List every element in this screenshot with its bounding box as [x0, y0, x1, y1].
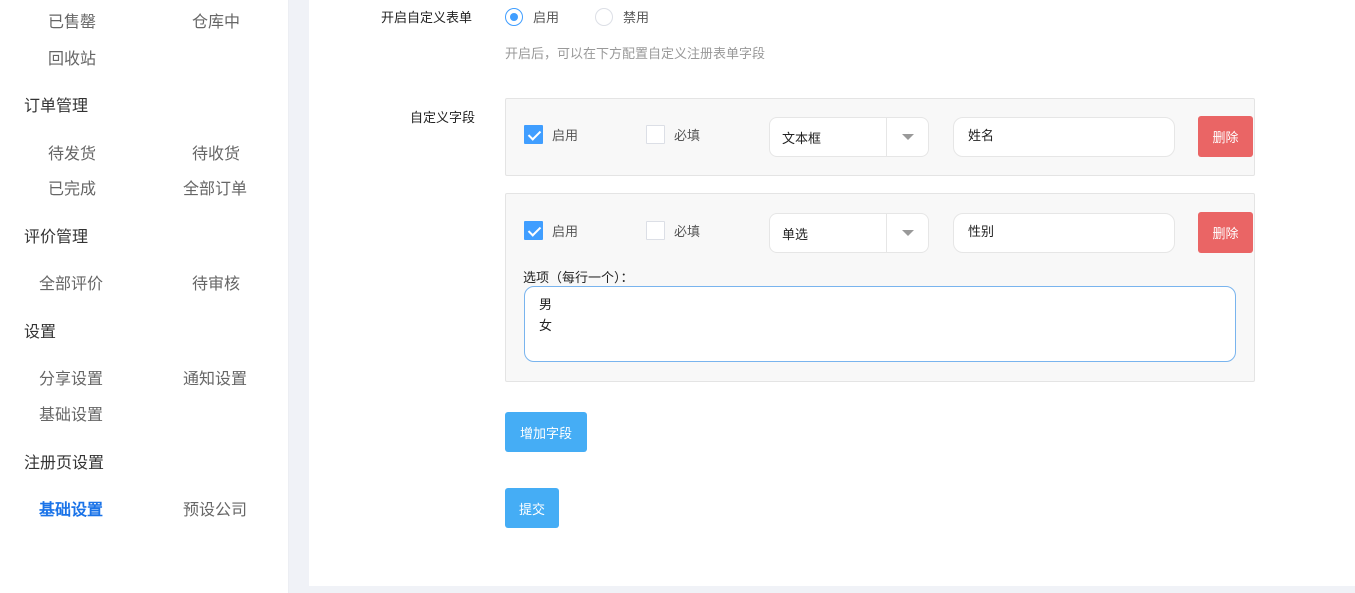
- sidebar-item-all-orders[interactable]: 全部订单: [183, 175, 247, 199]
- sidebar-item-in-warehouse[interactable]: 仓库中: [192, 8, 240, 32]
- field-enabled-label: 启用: [552, 225, 579, 240]
- field-type-value: 文本框: [782, 131, 822, 147]
- radio-disable[interactable]: 禁用: [595, 7, 649, 26]
- sidebar-item-notify-settings[interactable]: 通知设置: [183, 365, 247, 389]
- add-field-button[interactable]: 增加字段: [505, 412, 587, 452]
- field-type-select[interactable]: 文本框: [769, 117, 929, 157]
- submit-button[interactable]: 提交: [505, 488, 559, 528]
- sidebar: 已售罄 仓库中 回收站 订单管理 待发货 待收货 已完成 全部订单 评价管理 全…: [0, 0, 289, 593]
- sidebar-item-to-receive[interactable]: 待收货: [192, 140, 240, 164]
- options-textarea[interactable]: 男 女: [524, 286, 1236, 362]
- options-label: 选项（每行一个）：: [523, 271, 634, 286]
- sidebar-item-register-basic-settings[interactable]: 基础设置: [39, 496, 103, 520]
- custom-field-row: 启用 必填 文本框 姓名 删除: [505, 98, 1255, 176]
- sidebar-item-all-reviews[interactable]: 全部评价: [39, 270, 103, 294]
- chevron-down-icon: [886, 118, 928, 156]
- field-type-value: 单选: [782, 227, 809, 243]
- delete-field-button[interactable]: 删除: [1198, 212, 1253, 253]
- checkbox-checked-icon: [524, 125, 543, 144]
- sidebar-item-preset-company[interactable]: 预设公司: [183, 496, 247, 520]
- field-required-label: 必填: [674, 129, 701, 144]
- sidebar-item-basic-settings[interactable]: 基础设置: [39, 401, 103, 425]
- sidebar-group-orders: 订单管理: [24, 96, 89, 115]
- custom-field-row: 启用 必填 单选 性别 删除 选项（每行一个）： 男 女: [505, 193, 1255, 382]
- field-enabled-checkbox[interactable]: 启用: [524, 221, 578, 240]
- field-type-select[interactable]: 单选: [769, 213, 929, 253]
- main-panel: 开启自定义表单 启用 禁用 开启后，可以在下方配置自定义注册表单字段 自定义字段…: [309, 0, 1355, 586]
- sidebar-group-settings: 设置: [24, 322, 57, 341]
- checkbox-checked-icon: [524, 221, 543, 240]
- sidebar-item-to-ship[interactable]: 待发货: [48, 140, 96, 164]
- custom-fields-label: 自定义字段: [410, 111, 476, 126]
- field-required-checkbox[interactable]: 必填: [646, 221, 700, 240]
- field-name-input[interactable]: 姓名: [953, 117, 1175, 157]
- delete-field-button[interactable]: 删除: [1198, 116, 1253, 157]
- sidebar-item-sold-out[interactable]: 已售罄: [48, 8, 96, 32]
- field-name-input[interactable]: 性别: [953, 213, 1175, 253]
- chevron-down-icon: [886, 214, 928, 252]
- field-required-checkbox[interactable]: 必填: [646, 125, 700, 144]
- sidebar-item-completed[interactable]: 已完成: [48, 175, 96, 199]
- checkbox-unchecked-icon: [646, 125, 665, 144]
- field-enabled-checkbox[interactable]: 启用: [524, 125, 578, 144]
- custom-form-hint: 开启后，可以在下方配置自定义注册表单字段: [505, 47, 766, 62]
- sidebar-item-share-settings[interactable]: 分享设置: [39, 365, 103, 389]
- radio-enable-label: 启用: [533, 11, 560, 26]
- field-enabled-label: 启用: [552, 129, 579, 144]
- field-required-label: 必填: [674, 225, 701, 240]
- radio-enable[interactable]: 启用: [505, 7, 559, 26]
- radio-checked-icon: [505, 7, 523, 26]
- radio-unchecked-icon: [595, 7, 613, 26]
- sidebar-group-register-page: 注册页设置: [24, 453, 105, 472]
- custom-form-label: 开启自定义表单: [381, 11, 473, 26]
- sidebar-item-pending-review[interactable]: 待审核: [192, 270, 240, 294]
- sidebar-group-reviews: 评价管理: [24, 227, 89, 246]
- radio-disable-label: 禁用: [623, 11, 650, 26]
- checkbox-unchecked-icon: [646, 221, 665, 240]
- sidebar-item-recycle-bin[interactable]: 回收站: [48, 45, 96, 69]
